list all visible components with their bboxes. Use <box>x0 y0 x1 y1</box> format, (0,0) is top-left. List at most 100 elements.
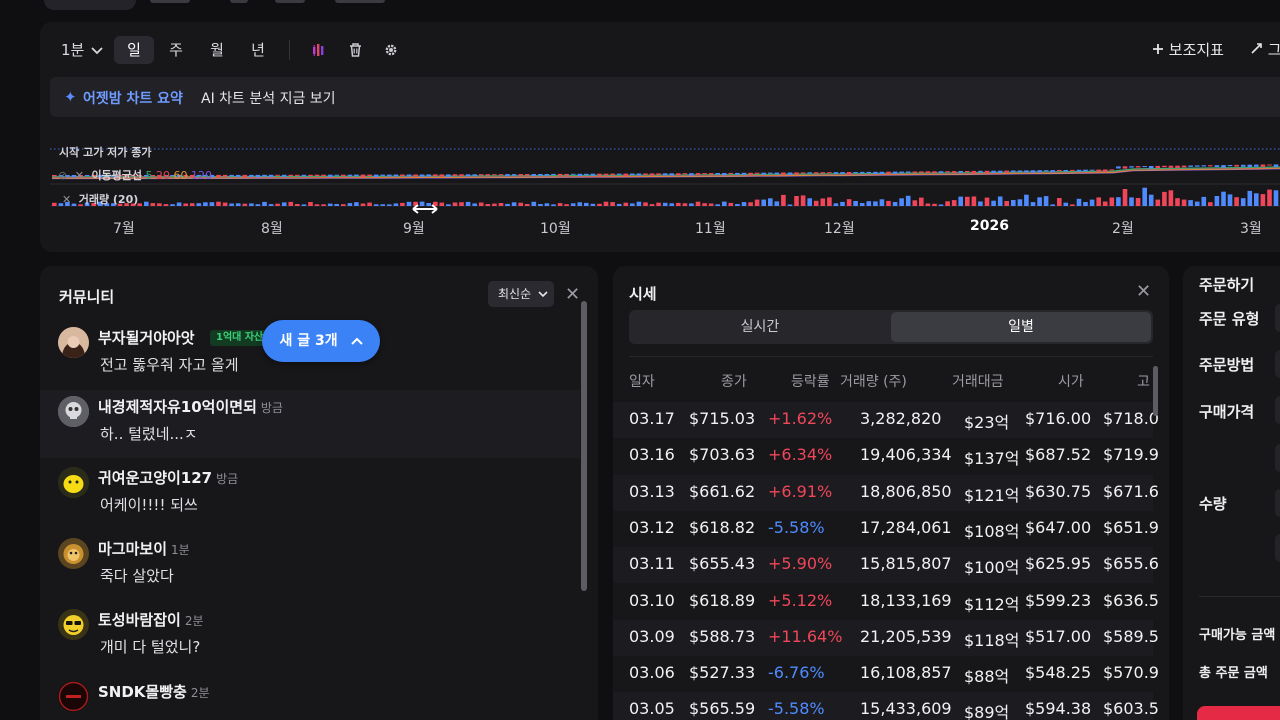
tab-realtime[interactable]: 실시간 <box>631 312 889 342</box>
price-candle <box>1004 170 1009 173</box>
table-row[interactable]: 03.13 $661.62 +6.91% 18,806,850 $121억 $630.75… <box>613 474 1159 511</box>
quantity-input[interactable] <box>1275 489 1280 517</box>
volume-bar <box>387 204 392 206</box>
period-month[interactable]: 월 <box>197 36 237 64</box>
post-author[interactable]: 토성바람잡이 2분 <box>98 609 204 630</box>
expand-button[interactable]: 그 <box>1250 36 1280 64</box>
price-candle <box>1267 164 1272 166</box>
post-item[interactable]: 마그마보이 1분 죽다 살았다 <box>40 532 580 600</box>
remove-volume-icon[interactable]: ✕ <box>62 193 71 206</box>
post-text: 개미 다 털었니? <box>100 638 201 656</box>
table-row[interactable]: 03.10 $618.89 +5.12% 18,133,169 $112억 $599.23… <box>613 584 1159 620</box>
volume-bar <box>1214 196 1220 206</box>
volume-bar <box>1109 197 1115 206</box>
post-author[interactable]: 귀여운고양이127 방금 <box>98 467 238 488</box>
top-nav-fragment[interactable] <box>150 0 190 3</box>
volume-bar <box>472 203 477 206</box>
volume-bar <box>406 201 412 206</box>
volume-bar <box>978 201 983 206</box>
price-candle <box>787 172 793 175</box>
table-row[interactable]: 03.16 $703.63 +6.34% 19,406,334 $137억 $687.52… <box>613 438 1159 474</box>
cell-open: $548.25 <box>1025 663 1092 683</box>
ma-60-label: 60 <box>173 169 188 182</box>
col-high: 고 <box>1137 374 1150 390</box>
price-candle <box>919 171 924 173</box>
chevron-down-icon <box>91 47 103 55</box>
price-candle <box>557 173 563 176</box>
period-day[interactable]: 일 <box>114 36 154 64</box>
buy-button[interactable] <box>1197 706 1280 720</box>
table-row[interactable]: 03.09 $588.73 +11.64% 21,205,539 $118억 $517.0… <box>613 619 1159 656</box>
top-tab-pill[interactable] <box>44 0 136 10</box>
tab-daily[interactable]: 일별 <box>891 312 1151 342</box>
price-candle <box>800 172 806 174</box>
col-amount: 거래대금 <box>952 374 1004 390</box>
volume-bar <box>1155 199 1161 206</box>
price-candle <box>426 174 431 177</box>
post-author[interactable]: 마그마보이 1분 <box>98 538 190 559</box>
post-item[interactable]: 토성바람잡이 2분 개미 다 털었니? <box>40 603 580 671</box>
price-volume-chart[interactable] <box>40 118 1280 216</box>
close-icon[interactable]: ✕ <box>565 284 580 305</box>
post-author[interactable]: SNDK몰빵충 2분 <box>98 681 210 702</box>
price-candle <box>485 174 491 176</box>
period-year[interactable]: 년 <box>238 36 278 64</box>
sort-dropdown[interactable]: 최신순 <box>488 281 554 307</box>
price-candle <box>1168 165 1174 168</box>
x-label-sep: 9월 <box>403 221 425 237</box>
candle-style-icon[interactable] <box>306 37 332 63</box>
price-candle <box>1122 166 1128 169</box>
post-time: 방금 <box>260 401 283 415</box>
volume-bar <box>603 201 609 206</box>
price-candle <box>1214 165 1220 167</box>
col-date: 일자 <box>629 374 655 390</box>
volume-bar <box>623 202 629 206</box>
gear-icon[interactable] <box>378 37 404 63</box>
order-method-select[interactable] <box>1275 350 1280 378</box>
ai-banner-text: AI 차트 분석 지금 보기 <box>201 91 336 107</box>
buy-price-adjust[interactable] <box>1275 444 1280 472</box>
price-candle <box>1050 170 1055 173</box>
ai-summary-banner[interactable]: ✦ 어젯밤 차트 요약 AI 차트 분석 지금 보기 <box>50 77 1280 117</box>
price-candle <box>951 171 957 173</box>
quote-scrollbar[interactable] <box>1153 366 1158 416</box>
table-row[interactable]: 03.17 $715.03 +1.62% 3,282,820 $23억 $716.00 $7… <box>613 402 1159 438</box>
hide-eye-icon[interactable]: ⊘ <box>58 169 67 182</box>
table-row[interactable]: 03.12 $618.82 -5.58% 17,284,061 $108억 $647.00… <box>613 511 1159 547</box>
price-candle <box>873 171 878 174</box>
post-author[interactable]: 내경제적자유10억이면되 방금 <box>98 396 283 417</box>
post-item[interactable]: SNDK몰빵충 2분 <box>40 675 580 720</box>
price-candle <box>813 172 819 174</box>
volume-bar <box>1254 193 1259 206</box>
period-week[interactable]: 주 <box>156 36 196 64</box>
post-item[interactable]: 귀여운고양이127 방금 어케이!!!! 되쓰 <box>40 461 580 529</box>
post-author[interactable]: 부자될거야아앗 <box>98 327 195 348</box>
volume-bar <box>570 203 576 206</box>
table-row[interactable]: 03.06 $527.33 -6.76% 16,108,857 $88억 $548.25 $… <box>613 656 1159 692</box>
col-close: 종가 <box>721 374 747 390</box>
remove-ma-icon[interactable]: ✕ <box>75 169 84 182</box>
price-candle <box>531 174 537 176</box>
price-candle <box>1201 165 1207 167</box>
close-icon[interactable]: ✕ <box>1136 281 1151 302</box>
order-type-select[interactable] <box>1275 304 1280 332</box>
interval-dropdown[interactable]: 1분 <box>58 36 106 64</box>
top-nav-fragment[interactable] <box>335 0 385 3</box>
top-nav-fragment[interactable] <box>230 0 248 3</box>
scroll-thumb[interactable] <box>581 301 587 591</box>
quantity-adjust[interactable] <box>1275 534 1280 562</box>
volume-bar <box>1162 191 1167 206</box>
post-item[interactable]: 내경제적자유10억이면되 방금 하.. 털렸네...ㅈ <box>40 390 580 458</box>
price-candle <box>498 174 504 176</box>
buy-price-input[interactable] <box>1275 396 1280 424</box>
cell-volume: 15,815,807 <box>860 554 952 574</box>
new-posts-button[interactable]: 새 글 3개 <box>262 320 380 362</box>
table-row[interactable]: 03.11 $655.43 +5.90% 15,815,807 $100억 $625.95… <box>613 547 1159 584</box>
top-nav-fragment[interactable] <box>275 0 305 3</box>
add-indicator-button[interactable]: 보조지표 <box>1152 36 1224 64</box>
community-scrollbar[interactable] <box>581 301 587 591</box>
table-row[interactable]: 03.05 $565.59 -5.58% 15,433,609 $89억 $594.38 $… <box>613 692 1159 720</box>
volume-bar <box>275 203 280 206</box>
trash-icon[interactable] <box>342 37 368 63</box>
price-candle <box>965 171 970 173</box>
